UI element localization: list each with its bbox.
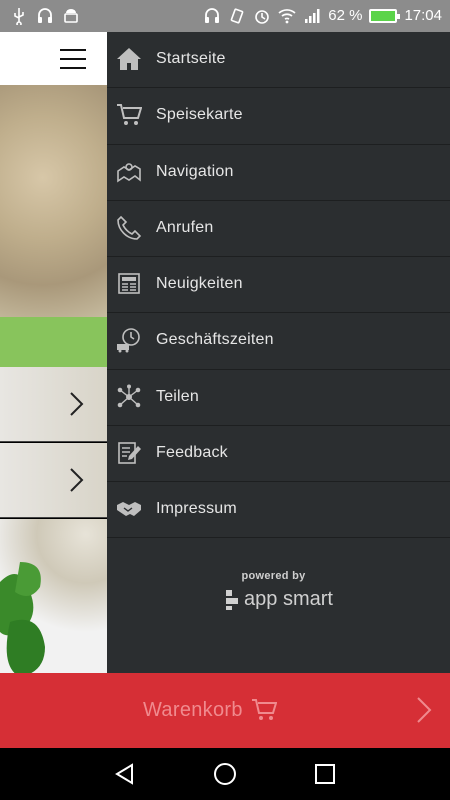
clock: 17:04: [404, 7, 442, 24]
app-background: [0, 32, 107, 673]
android-icon: [64, 9, 78, 23]
chevron-right-icon: [70, 392, 84, 416]
usb-icon: [14, 8, 24, 25]
header-photo: [0, 85, 107, 317]
cart-label: Warenkorb: [143, 698, 243, 721]
green-banner: [0, 317, 107, 367]
menu-item-label: Teilen: [156, 387, 200, 405]
battery-percent: 62 %: [328, 7, 363, 24]
cart-icon: [251, 699, 277, 720]
home-icon: [117, 48, 141, 70]
system-nav-bar: [0, 748, 450, 800]
powered-by-text: powered by: [241, 570, 306, 582]
feedback-icon: [118, 441, 141, 464]
appsmart-brand: app smart: [244, 588, 333, 610]
menu-item-label: Impressum: [156, 500, 237, 517]
cart-bar[interactable]: Warenkorb: [0, 673, 450, 748]
menu-item-feedback[interactable]: Feedback: [107, 426, 450, 482]
wifi-icon: [278, 9, 296, 24]
battery-icon: [369, 9, 401, 23]
menu-item-label: Neuigkeiten: [156, 275, 243, 292]
menu-item-impressum[interactable]: Impressum: [107, 482, 450, 539]
menu-item-geschaeftszeiten[interactable]: Geschäftszeiten: [107, 313, 450, 370]
back-icon[interactable]: [113, 762, 137, 786]
list-item[interactable]: [0, 443, 107, 518]
appsmart-logo: app smart: [224, 588, 333, 611]
newspaper-icon: [118, 273, 140, 294]
menu-icon[interactable]: [60, 49, 86, 69]
menu-item-anrufen[interactable]: Anrufen: [107, 201, 450, 257]
menu-item-neuigkeiten[interactable]: Neuigkeiten: [107, 257, 450, 314]
menu-item-startseite[interactable]: Startseite: [107, 32, 450, 89]
menu-item-label: Feedback: [156, 443, 228, 461]
menu-item-navigation[interactable]: Navigation: [107, 145, 450, 201]
appsmart-mark-icon: [226, 589, 239, 610]
chevron-right-icon: [417, 697, 432, 723]
signal-icon: [305, 9, 320, 23]
delivery-clock-icon: [117, 328, 140, 353]
handshake-icon: [117, 502, 141, 516]
chevron-right-icon: [70, 468, 84, 492]
menu-item-label: Navigation: [156, 162, 234, 180]
list-item[interactable]: [0, 367, 107, 442]
app-header: [0, 32, 107, 85]
phone-icon: [117, 215, 142, 240]
parsley-decoration: [0, 562, 45, 673]
home-button-icon[interactable]: [213, 762, 237, 786]
share-icon: [117, 384, 141, 407]
status-bar: 62 % 17:04: [0, 0, 450, 32]
navigation-drawer: Startseite Speisekarte Navigation Anrufe…: [107, 32, 450, 673]
headset-icon: [38, 8, 52, 23]
menu-item-speisekarte[interactable]: Speisekarte: [107, 88, 450, 145]
vibrate-icon: [230, 8, 244, 24]
menu-item-teilen[interactable]: Teilen: [107, 370, 450, 426]
headphones-icon: [205, 8, 220, 23]
menu-item-label: Startseite: [156, 50, 226, 67]
cart-icon: [117, 104, 142, 126]
menu-item-label: Anrufen: [156, 218, 214, 236]
alarm-icon: [255, 10, 270, 24]
map-icon: [117, 162, 141, 182]
powered-by-block: powered by app smart: [107, 570, 450, 616]
menu-item-label: Speisekarte: [156, 106, 243, 124]
recent-apps-icon[interactable]: [313, 762, 337, 786]
menu-item-label: Geschäftszeiten: [156, 331, 274, 349]
